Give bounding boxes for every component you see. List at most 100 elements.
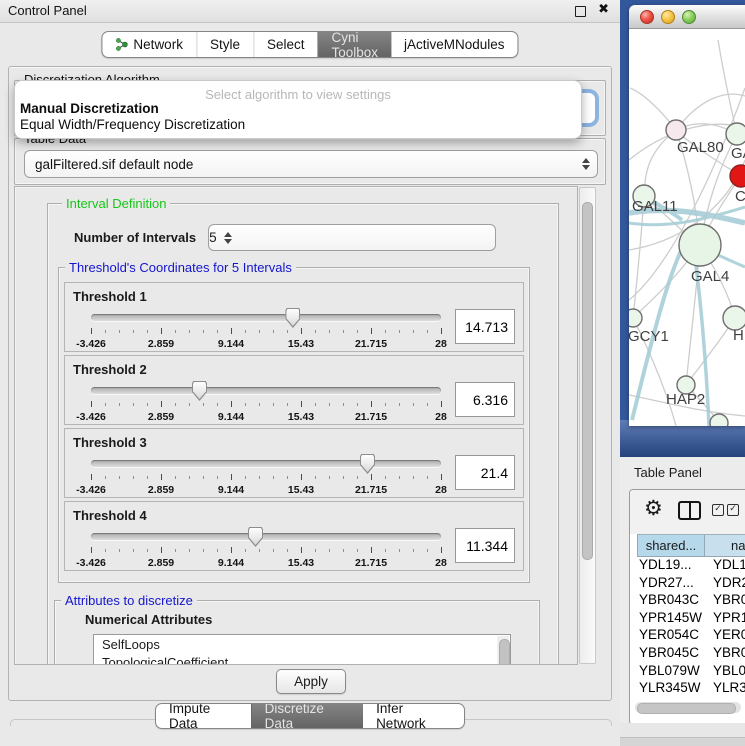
zoom-traffic-light-icon[interactable] bbox=[682, 10, 696, 24]
attributes-scrollbar[interactable] bbox=[497, 636, 509, 665]
tab-style[interactable]: Style bbox=[196, 32, 253, 57]
app: Control Panel ✖ NetworkStyle Select Cyni T… bbox=[0, 0, 745, 745]
algorithm-placeholder: Select algorithm to view settings bbox=[15, 87, 581, 102]
tick-label: 28 bbox=[435, 484, 447, 496]
table-row[interactable]: YDR27...YDR2 bbox=[637, 575, 745, 593]
cell-name: YBR0 bbox=[707, 645, 745, 663]
table-row[interactable]: YER054CYER0 bbox=[637, 627, 745, 645]
column-header-name[interactable]: na bbox=[705, 535, 745, 557]
tick-label: 2.859 bbox=[148, 338, 174, 350]
threshold-row: -3.4262.8599.14415.4321.71528 6.316 bbox=[73, 380, 515, 426]
tab-infer-network[interactable]: Infer Network bbox=[363, 704, 464, 728]
algorithm-option-manual-discretization[interactable]: Manual Discretization bbox=[20, 101, 576, 116]
checkbox-icon[interactable]: ✓ bbox=[727, 504, 739, 516]
tick-label: 15.43 bbox=[288, 411, 314, 423]
slider-track[interactable] bbox=[91, 460, 441, 467]
close-icon[interactable]: ✖ bbox=[598, 2, 609, 17]
number-of-intervals-value: 5 bbox=[209, 230, 217, 245]
cell-shared-name: YPR145W bbox=[637, 610, 707, 628]
table-row[interactable]: YIL052CYIL0 bbox=[637, 698, 745, 699]
node-bottom[interactable] bbox=[710, 414, 728, 426]
node-red[interactable] bbox=[730, 165, 745, 187]
tick-label: -3.426 bbox=[76, 557, 106, 569]
table-data-combobox[interactable]: galFiltered.sif default node bbox=[24, 150, 598, 178]
table-row[interactable]: YLR345WYLR3 bbox=[637, 680, 745, 698]
threshold-slider[interactable]: -3.4262.8599.14415.4321.71528 bbox=[91, 380, 441, 426]
minimize-traffic-light-icon[interactable] bbox=[661, 10, 675, 24]
settings-scrollbar-thumb[interactable] bbox=[582, 202, 593, 560]
gear-icon[interactable]: ⚙ bbox=[644, 498, 663, 519]
thresholds-group-label: Threshold's Coordinates for 5 Intervals bbox=[65, 260, 296, 275]
split-columns-icon[interactable] bbox=[678, 501, 701, 520]
interval-definition-label: Interval Definition bbox=[62, 196, 170, 211]
node-top-right[interactable] bbox=[726, 123, 745, 145]
tab-network[interactable]: Network bbox=[102, 32, 196, 57]
slider-thumb[interactable] bbox=[192, 381, 207, 401]
cell-shared-name: YDR27... bbox=[637, 575, 707, 593]
attribute-item-selfloops[interactable]: SelfLoops bbox=[102, 636, 510, 654]
tick-label: 2.859 bbox=[148, 484, 174, 496]
slider-thumb[interactable] bbox=[360, 454, 375, 474]
numerical-attributes-list[interactable]: SelfLoopsTopologicalCoefficientBetweenne… bbox=[93, 634, 511, 665]
right-column: GAL80 GA C GAL11 GAL4 GCY1 H HAP2 Table … bbox=[620, 0, 745, 745]
network-window: GAL80 GA C GAL11 GAL4 GCY1 H HAP2 bbox=[629, 5, 745, 426]
table-row[interactable]: YDL19...YDL1 bbox=[637, 557, 745, 575]
node-pink[interactable] bbox=[666, 120, 686, 140]
slider-tick-labels: -3.4262.8599.14415.4321.71528 bbox=[91, 411, 441, 424]
threshold-slider[interactable]: -3.4262.8599.14415.4321.71528 bbox=[91, 453, 441, 499]
node-label-partial-c: C bbox=[735, 188, 745, 205]
algorithm-option-equal-width-frequency-discretization[interactable]: Equal Width/Frequency Discretization bbox=[20, 117, 576, 132]
threshold-value-field[interactable]: 21.4 bbox=[455, 455, 515, 490]
column-header-shared[interactable]: shared... bbox=[637, 535, 705, 557]
network-canvas[interactable]: GAL80 GA C GAL11 GAL4 GCY1 H HAP2 bbox=[629, 29, 745, 426]
tab-label: Select bbox=[267, 37, 305, 52]
node-gal4[interactable] bbox=[679, 224, 721, 266]
checkbox-icon[interactable]: ✓ bbox=[712, 504, 724, 516]
tab-label: jActiveMNodules bbox=[404, 37, 505, 52]
checkbox-icons: ✓ ✓ bbox=[712, 504, 739, 516]
tick-label: -3.426 bbox=[76, 484, 106, 496]
table-horizontal-scrollbar[interactable] bbox=[635, 702, 741, 713]
table-panel-header: Table Panel bbox=[620, 457, 745, 489]
threshold-slider[interactable]: -3.4262.8599.14415.4321.71528 bbox=[91, 307, 441, 353]
tab-impute-data[interactable]: Impute Data bbox=[156, 704, 251, 728]
table-row[interactable]: YPR145WYPR1 bbox=[637, 610, 745, 628]
settings-vertical-scrollbar[interactable] bbox=[579, 187, 596, 664]
numerical-attributes-heading: Numerical Attributes bbox=[85, 612, 529, 627]
tab-discretize-data[interactable]: Discretize Data bbox=[251, 704, 363, 728]
tab-cyni-toolbox[interactable]: Cyni Toolbox bbox=[317, 32, 391, 57]
network-view-frame: GAL80 GA C GAL11 GAL4 GCY1 H HAP2 bbox=[620, 0, 745, 457]
tab-jactivemnodules[interactable]: jActiveMNodules bbox=[391, 32, 518, 57]
number-of-intervals-label: Number of Intervals bbox=[74, 230, 196, 245]
control-panel-titlebar: Control Panel ✖ bbox=[0, 0, 620, 23]
slider-tick-labels: -3.4262.8599.14415.4321.71528 bbox=[91, 557, 441, 570]
threshold-value-field[interactable]: 14.713 bbox=[455, 309, 515, 344]
threshold-value-field[interactable]: 11.344 bbox=[455, 528, 515, 563]
slider-thumb[interactable] bbox=[285, 308, 300, 328]
slider-track[interactable] bbox=[91, 533, 441, 540]
slider-track[interactable] bbox=[91, 314, 441, 321]
table-row[interactable]: YBR045CYBR0 bbox=[637, 645, 745, 663]
slider-thumb[interactable] bbox=[248, 527, 263, 547]
threshold-slider[interactable]: -3.4262.8599.14415.4321.71528 bbox=[91, 526, 441, 572]
close-traffic-light-icon[interactable] bbox=[640, 10, 654, 24]
table-row[interactable]: YBL079WYBL0 bbox=[637, 663, 745, 681]
number-of-intervals-combobox[interactable]: 5 bbox=[208, 224, 496, 251]
algorithm-dropdown-popup: Select algorithm to view settings Manual… bbox=[14, 80, 582, 139]
table-row[interactable]: YBR043CYBR0 bbox=[637, 592, 745, 610]
slider-track[interactable] bbox=[91, 387, 441, 394]
stepper-arrows-icon bbox=[575, 158, 597, 170]
table-scrollbar-thumb[interactable] bbox=[637, 703, 736, 714]
tab-select[interactable]: Select bbox=[253, 32, 318, 57]
tick-label: 28 bbox=[435, 338, 447, 350]
threshold-panel: Threshold 3 -3.4262.8599.14415.4321.7152… bbox=[64, 428, 524, 498]
node-gcy1[interactable] bbox=[629, 309, 642, 327]
attributes-scrollbar-thumb[interactable] bbox=[499, 639, 510, 665]
threshold-value-field[interactable]: 6.316 bbox=[455, 382, 515, 417]
tick-label: 9.144 bbox=[218, 484, 244, 496]
attribute-item-topologicalcoefficient[interactable]: TopologicalCoefficient bbox=[102, 654, 510, 665]
cell-name: YBL0 bbox=[707, 663, 745, 681]
apply-button[interactable]: Apply bbox=[276, 669, 346, 694]
float-window-icon[interactable] bbox=[575, 6, 586, 17]
thresholds-group: Threshold's Coordinates for 5 Intervals … bbox=[58, 267, 530, 583]
